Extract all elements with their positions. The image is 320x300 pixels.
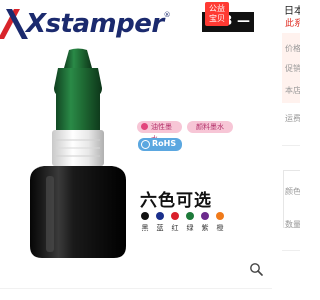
swatch-label: 橙 [216, 224, 224, 232]
zoom-icon[interactable] [249, 262, 263, 276]
gallery-footer [0, 288, 272, 300]
divider [282, 250, 300, 251]
registered-mark: ® [163, 11, 171, 19]
brand-mark-icon [0, 9, 28, 39]
oil-ink-badge: 油性墨水 [137, 121, 182, 143]
product-title: 日本 [284, 6, 300, 17]
swatch-labels: 黑 蓝 红 绿 紫 橙 [139, 223, 226, 233]
swatch-label: 紫 [201, 224, 209, 232]
ink-bottle-image [30, 48, 126, 258]
swatch-green [186, 212, 194, 220]
product-subtitle: 此系 [285, 19, 300, 29]
bottle-cap [54, 68, 102, 130]
rohs-badge: RoHS [138, 138, 182, 151]
charity-badge: 公益 宝贝 [205, 2, 229, 26]
quantity-label: 数量 [285, 220, 300, 229]
price-label: 价格 [285, 44, 300, 53]
promo-label: 促销 [285, 64, 300, 73]
swatch-label: 蓝 [156, 224, 164, 232]
swatch-red [171, 212, 179, 220]
swatch-purple [201, 212, 209, 220]
bottle-cap-tip [64, 48, 92, 68]
swatch-orange [216, 212, 224, 220]
store-label: 本店 [285, 86, 300, 95]
brand-name: Xstamper [26, 9, 164, 39]
brand-logo: Xstamper ® [0, 7, 171, 41]
globe-icon [141, 140, 150, 149]
divider [282, 145, 300, 146]
product-page: Xstamper ® C3 — ON 公益 宝贝 油性墨 颜料墨水 RoHS 六… [0, 0, 300, 300]
color-swatches [141, 212, 224, 220]
swatch-black [141, 212, 149, 220]
swatch-blue [156, 212, 164, 220]
charity-badge-text: 公益 宝贝 [209, 4, 225, 23]
swatch-label: 黑 [141, 224, 149, 232]
rohs-label: RoHS [152, 139, 177, 148]
six-colors-title: 六色可选 [140, 191, 212, 211]
swatch-label: 红 [171, 224, 179, 232]
product-main-image[interactable]: Xstamper ® C3 — ON 公益 宝贝 油性墨 颜料墨水 RoHS 六… [0, 0, 272, 288]
shipping-label: 运费 [285, 114, 300, 123]
bottle-body [30, 166, 126, 258]
product-detail-panel: 日本 此系 价格 促销 本店 运费 颜色 数量 [272, 0, 300, 300]
swatch-label: 绿 [186, 224, 194, 232]
pigment-ink-badge: 颜料墨水 [187, 121, 233, 133]
